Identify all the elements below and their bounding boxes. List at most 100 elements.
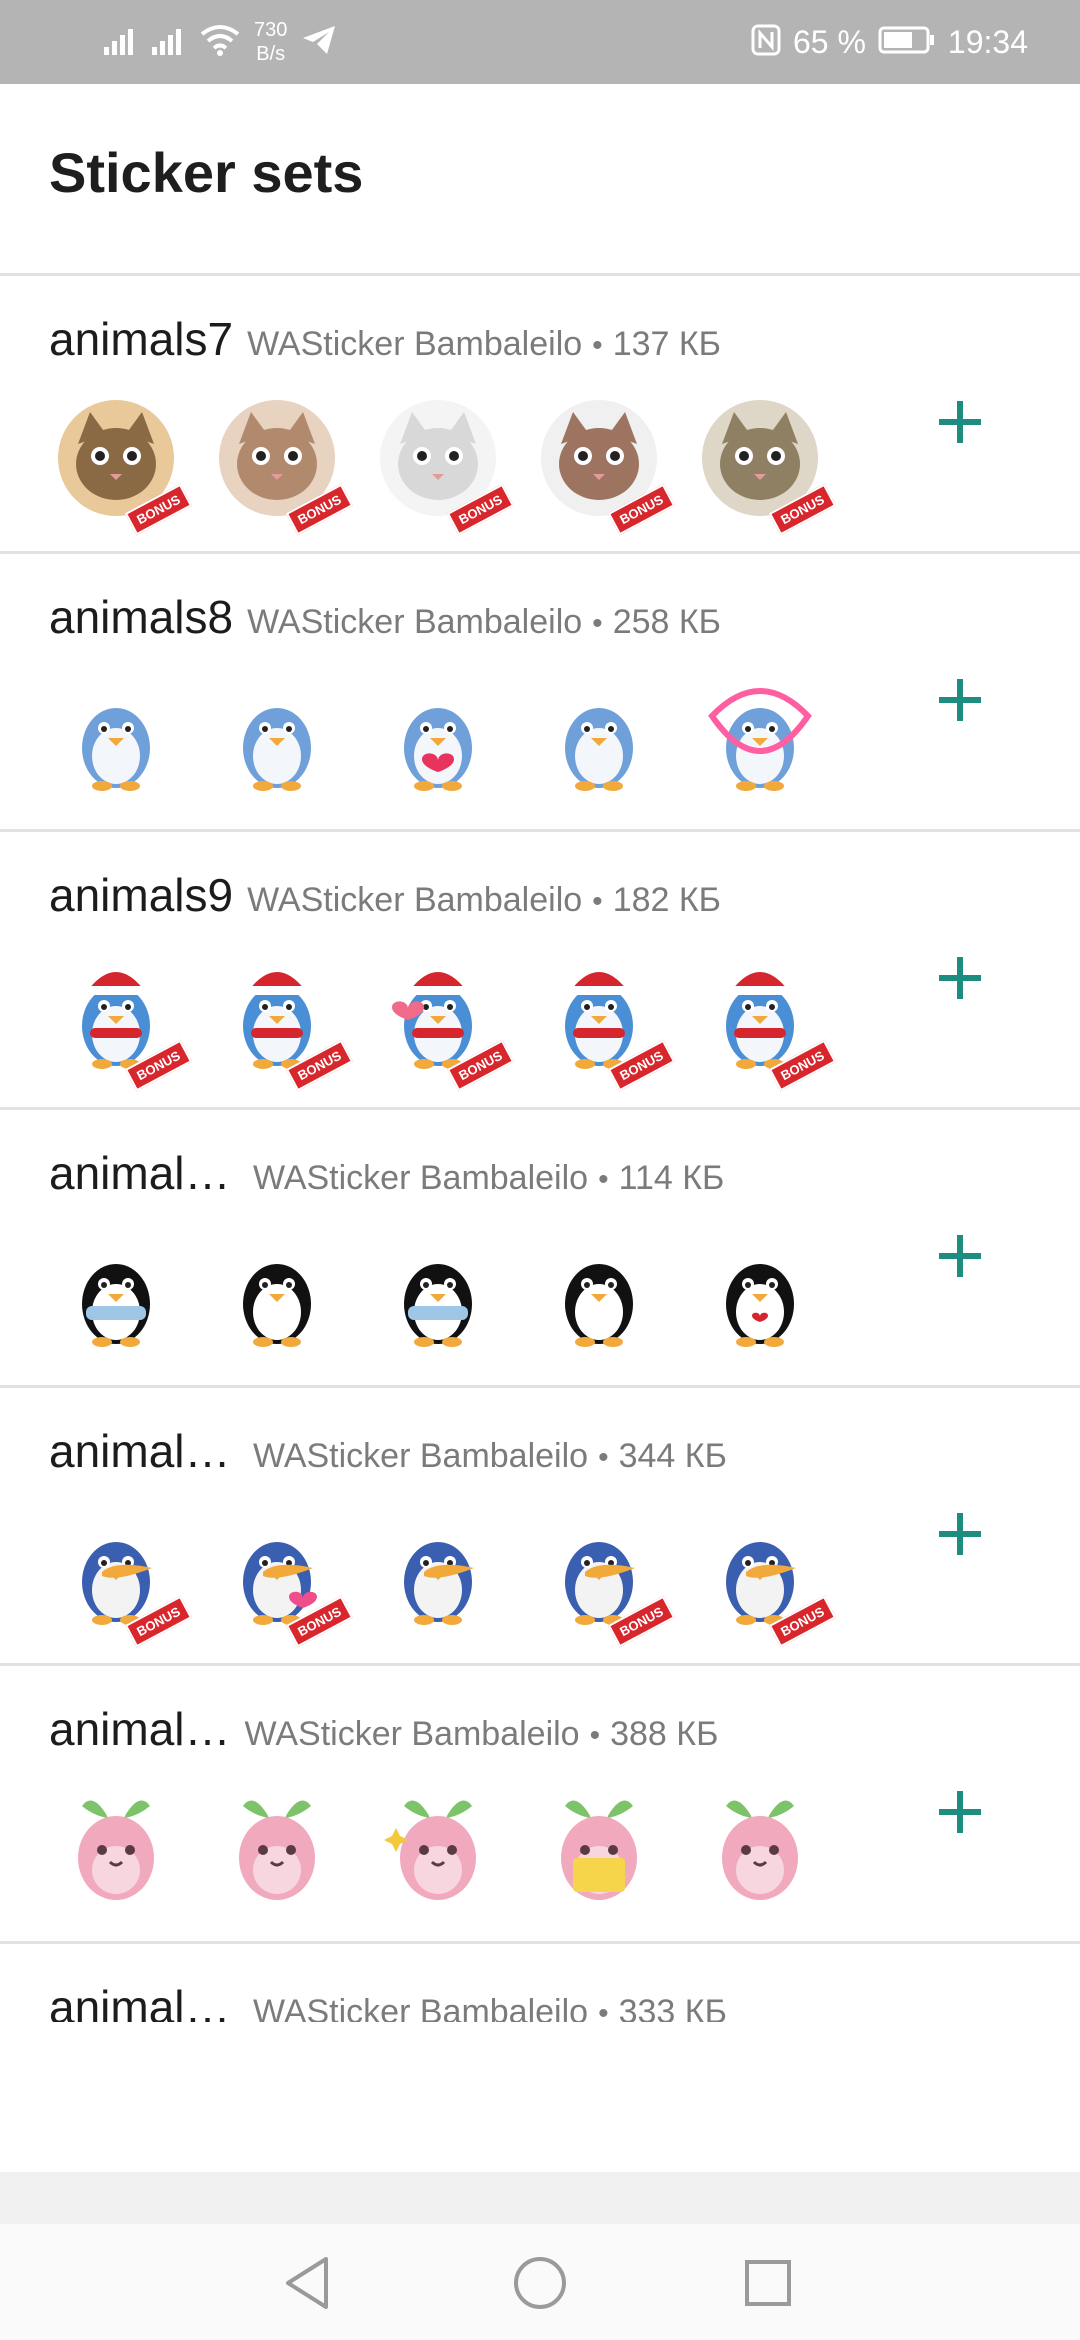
sticker-set-name: animals8: [49, 591, 234, 643]
separator-dot: •: [598, 1441, 609, 1474]
sticker-thumbnail: [700, 676, 820, 796]
separator-dot: •: [598, 1997, 609, 2022]
sticker-set-size: 114 КБ: [618, 1159, 725, 1197]
sticker-set-name: animals9: [49, 869, 234, 921]
sticker-set-list[interactable]: animals7 WASticker Bambaleilo • 137 КБ BONU…: [0, 250, 1080, 2022]
sticker-set-publisher: WASticker Bambaleilo: [253, 1993, 589, 2022]
sticker-set-row[interactable]: animals9 WASticker Bambaleilo • 182 КБ BONU…: [0, 832, 1080, 1110]
separator-dot: •: [592, 885, 603, 918]
sticker-thumbnail: [539, 676, 659, 796]
sticker-set-header: animals9 WASticker Bambaleilo • 182 КБ: [49, 868, 721, 922]
sticker-set-size: 333 КБ: [618, 1993, 727, 2022]
sticker-thumbnail: BONUS: [539, 954, 676, 1092]
sticker-set-name: animals7: [49, 313, 234, 365]
sticker-set-row[interactable]: animals7 WASticker Bambaleilo • 137 КБ BONU…: [0, 276, 1080, 554]
sticker-set-size: 258 КБ: [612, 603, 721, 641]
net-speed-value: 730: [254, 19, 288, 41]
sticker-set-row[interactable]: animals8 WASticker Bambaleilo • 258 КБ: [0, 554, 1080, 832]
back-icon[interactable]: [272, 2248, 342, 2318]
add-icon[interactable]: [920, 1216, 1000, 1296]
sticker-set-publisher: WASticker Bambaleilo: [247, 881, 583, 919]
sticker-preview-strip: [56, 1232, 820, 1352]
sticker-set-size: 388 КБ: [610, 1715, 719, 1753]
sticker-set-header: animals10 WASticker Bambaleilo • 114 КБ: [49, 1146, 724, 1200]
sticker-preview-strip: BONUS BONUS BONUS BONUS: [56, 1510, 837, 1648]
sticker-set-header: animals8 WASticker Bambaleilo • 258 КБ: [49, 590, 721, 644]
status-bar: 730 B/s 65 % 19:34: [0, 0, 1080, 84]
sticker-thumbnail: BONUS: [539, 398, 676, 536]
separator-dot: •: [592, 329, 603, 362]
sticker-set-row[interactable]: animals13 WASticker Bambaleilo • 333 КБ: [0, 1944, 1080, 2022]
recents-icon[interactable]: [733, 2248, 803, 2318]
sticker-thumbnail: [539, 1232, 659, 1352]
sticker-set-size: 137 КБ: [612, 325, 721, 363]
clock: 19:34: [947, 23, 1028, 60]
sticker-thumbnail: BONUS: [378, 398, 515, 536]
sticker-thumbnail: BONUS: [56, 954, 193, 1092]
sticker-set-name: animals10: [49, 1147, 239, 1199]
sticker-thumbnail: [56, 1788, 176, 1908]
add-icon[interactable]: [920, 938, 1000, 1018]
sticker-thumbnail: [378, 1232, 498, 1352]
telegram-icon: [301, 24, 337, 61]
sticker-set-publisher: WASticker Bambaleilo: [253, 1159, 589, 1197]
sticker-thumbnail: BONUS: [700, 398, 837, 536]
sticker-set-publisher: WASticker Bambaleilo: [253, 1437, 589, 1475]
sticker-set-row[interactable]: animal… WASticker Bambaleilo • 388 КБ: [0, 1666, 1080, 1944]
sticker-preview-strip: BONUS BONUS BONUS BONUS BONUS: [56, 398, 837, 536]
sticker-set-publisher: WASticker Bambaleilo: [247, 603, 583, 641]
sticker-thumbnail: BONUS: [700, 1510, 837, 1648]
battery-percent: 65 %: [792, 23, 866, 60]
sticker-preview-strip: [56, 676, 820, 796]
add-icon[interactable]: [920, 382, 1000, 462]
sticker-set-row[interactable]: animals10 WASticker Bambaleilo • 114 КБ: [0, 1110, 1080, 1388]
separator-dot: •: [598, 1163, 609, 1196]
sticker-set-size: 182 КБ: [612, 881, 721, 919]
sticker-preview-strip: [56, 1788, 820, 1908]
sticker-set-name: animals13: [49, 1981, 239, 2022]
sticker-thumbnail: [539, 1788, 659, 1908]
add-icon[interactable]: [920, 660, 1000, 740]
sticker-thumbnail: [700, 1788, 820, 1908]
separator-dot: •: [592, 607, 603, 640]
sticker-preview-strip: BONUS BONUS BONUS BONUS BONUS: [56, 954, 837, 1092]
sticker-set-row-partial[interactable]: [0, 250, 1080, 276]
sticker-set-header: animals13 WASticker Bambaleilo • 333 КБ: [49, 1980, 727, 2022]
page-title: Sticker sets: [49, 141, 364, 204]
add-icon[interactable]: [920, 1494, 1000, 1574]
signal-icon: [104, 25, 138, 60]
bottom-spacer: [0, 2172, 1080, 2224]
home-icon[interactable]: [505, 2248, 575, 2318]
battery-icon: [878, 25, 936, 60]
sticker-thumbnail: BONUS: [56, 1510, 193, 1648]
sticker-thumbnail: [378, 676, 498, 796]
sticker-thumbnail: [56, 676, 176, 796]
sticker-set-header: animal… WASticker Bambaleilo • 388 КБ: [49, 1702, 718, 1756]
sticker-set-row[interactable]: animals11 WASticker Bambaleilo • 344 КБ BON…: [0, 1388, 1080, 1666]
sticker-thumbnail: [217, 1788, 337, 1908]
sticker-thumbnail: BONUS: [217, 1510, 354, 1648]
net-speed-unit: B/s: [256, 43, 286, 65]
sticker-thumbnail: BONUS: [539, 1510, 676, 1648]
sticker-thumbnail: [56, 1232, 176, 1352]
net-speed: 730 B/s: [254, 18, 287, 66]
add-icon[interactable]: [920, 1772, 1000, 1852]
wifi-icon: [200, 24, 240, 61]
sticker-set-publisher: WASticker Bambaleilo: [244, 1715, 580, 1753]
sticker-thumbnail: [217, 676, 337, 796]
sticker-thumbnail: [217, 1232, 337, 1352]
navigation-bar: [0, 2224, 1080, 2340]
sticker-set-size: 344 КБ: [618, 1437, 727, 1475]
sticker-thumbnail: BONUS: [700, 954, 837, 1092]
sticker-set-header: animals7 WASticker Bambaleilo • 137 КБ: [49, 312, 721, 366]
signal-icon: [152, 25, 186, 60]
sticker-set-name: animals11: [49, 1425, 239, 1477]
sticker-thumbnail: BONUS: [217, 398, 354, 536]
sticker-thumbnail: [378, 1788, 498, 1908]
sticker-set-header: animals11 WASticker Bambaleilo • 344 КБ: [49, 1424, 727, 1478]
sticker-set-publisher: WASticker Bambaleilo: [247, 325, 583, 363]
sticker-thumbnail: BONUS: [378, 954, 515, 1092]
nfc-icon: [751, 24, 781, 61]
separator-dot: •: [589, 1719, 601, 1752]
sticker-thumbnail: [378, 1510, 498, 1630]
